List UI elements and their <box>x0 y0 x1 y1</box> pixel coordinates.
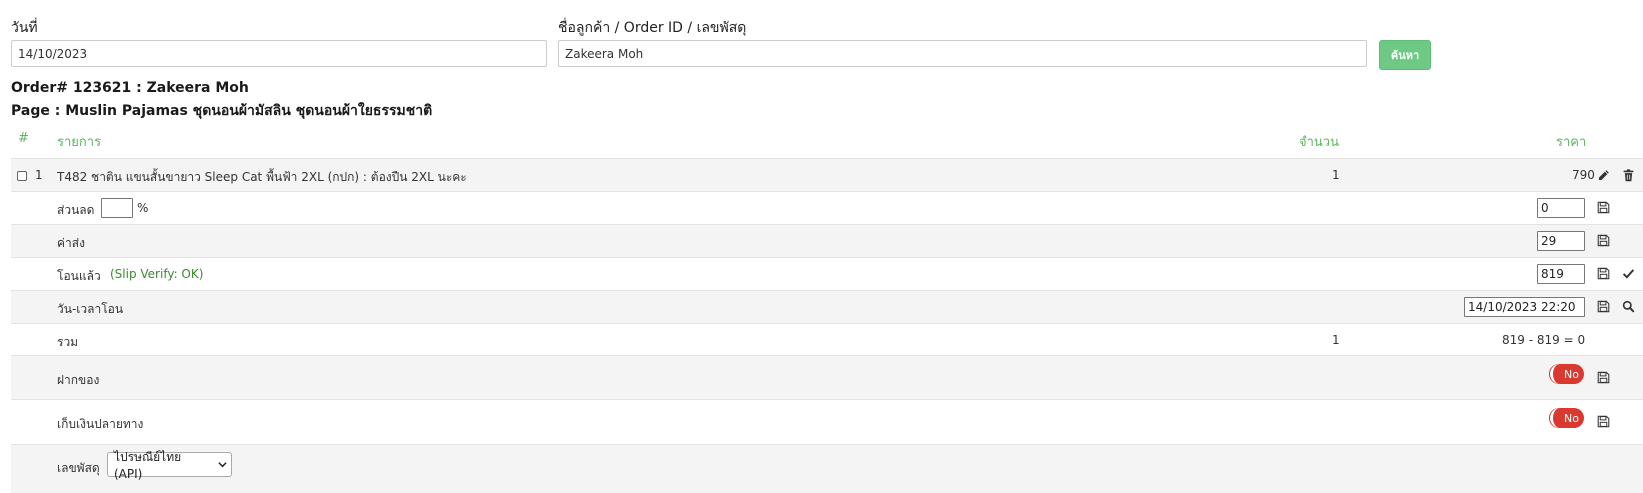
header-qty: จำนวน <box>1299 135 1339 150</box>
deposit-toggle[interactable]: No <box>1550 364 1584 384</box>
cod-label: เก็บเงินปลายทาง <box>57 417 144 431</box>
table-row-discount: ส่วนลด % <box>11 191 1643 224</box>
table-row-cod: เก็บเงินปลายทาง No <box>11 399 1643 444</box>
slip-verify-status: (Slip Verify: OK) <box>110 267 204 281</box>
search-label: ชื่อลูกค้า / Order ID / เลขพัสดุ <box>558 20 747 36</box>
date-input[interactable] <box>11 40 547 67</box>
search-input[interactable] <box>558 40 1367 67</box>
trash-icon[interactable] <box>1621 168 1636 183</box>
table-row-shipping: ค่าส่ง <box>11 224 1643 257</box>
total-label: รวม <box>57 335 79 349</box>
save-icon[interactable] <box>1596 299 1611 314</box>
header-item: รายการ <box>57 135 102 150</box>
transfer-input[interactable] <box>1537 264 1585 284</box>
search-button[interactable]: ค้นหา <box>1379 40 1431 70</box>
table-row-total: รวม 1 819 - 819 = 0 <box>11 323 1643 355</box>
save-icon[interactable] <box>1596 370 1611 385</box>
discount-label: ส่วนลด <box>57 203 95 217</box>
table-row-deposit: ฝากของ No <box>11 355 1643 399</box>
carrier-select[interactable]: ไปรษณีย์ไทย (API) <box>107 450 232 481</box>
order-page: วันที่ ชื่อลูกค้า / Order ID / เลขพัสดุ … <box>0 0 1643 493</box>
page-title: Page : Muslin Pajamas ชุดนอนผ้ามัสลิน ชุ… <box>11 103 433 119</box>
header-price: ราคา <box>1556 135 1587 150</box>
pencil-icon[interactable] <box>1596 168 1611 183</box>
transfer-time-label: วัน-เวลาโอน <box>57 302 124 316</box>
shipping-input[interactable] <box>1537 231 1585 251</box>
total-qty: 1 <box>1332 333 1340 347</box>
item-checkbox[interactable] <box>17 171 27 181</box>
check-icon[interactable] <box>1621 266 1636 281</box>
total-value: 819 - 819 = 0 <box>1502 333 1586 347</box>
item-price: 790 <box>1572 168 1595 182</box>
save-icon[interactable] <box>1596 414 1611 429</box>
item-name: T482 ชาติน แขนสั้นขายาว Sleep Cat พื้นฟ้… <box>57 170 467 184</box>
table-row-tracking: เลขพัสดุ ไปรษณีย์ไทย (API) <box>11 444 1643 493</box>
date-label: วันที่ <box>11 20 38 36</box>
tracking-label: เลขพัสดุ <box>57 461 100 475</box>
item-qty: 1 <box>1332 168 1340 182</box>
transfer-time-input[interactable] <box>1464 297 1585 317</box>
deposit-label: ฝากของ <box>57 373 100 387</box>
item-index: 1 <box>35 168 43 182</box>
save-icon[interactable] <box>1596 233 1611 248</box>
order-title: Order# 123621 : Zakeera Moh <box>11 80 249 96</box>
transfer-label: โอนแล้ว <box>57 269 101 283</box>
cod-toggle[interactable]: No <box>1550 408 1584 428</box>
chevron-down-icon <box>218 460 227 469</box>
save-icon[interactable] <box>1596 200 1611 215</box>
carrier-select-value: ไปรษณีย์ไทย (API) <box>114 450 182 481</box>
discount-value-input[interactable] <box>1537 198 1585 218</box>
header-num: # <box>18 131 29 146</box>
percent-sign: % <box>137 201 149 215</box>
save-icon[interactable] <box>1596 266 1611 281</box>
discount-percent-input[interactable] <box>101 198 133 218</box>
table-row-transfer: โอนแล้ว (Slip Verify: OK) <box>11 257 1643 290</box>
table-row-item: 1 T482 ชาติน แขนสั้นขายาว Sleep Cat พื้น… <box>11 158 1643 191</box>
shipping-label: ค่าส่ง <box>57 236 85 250</box>
table-row-transfer-time: วัน-เวลาโอน <box>11 290 1643 323</box>
search-icon[interactable] <box>1621 299 1636 314</box>
